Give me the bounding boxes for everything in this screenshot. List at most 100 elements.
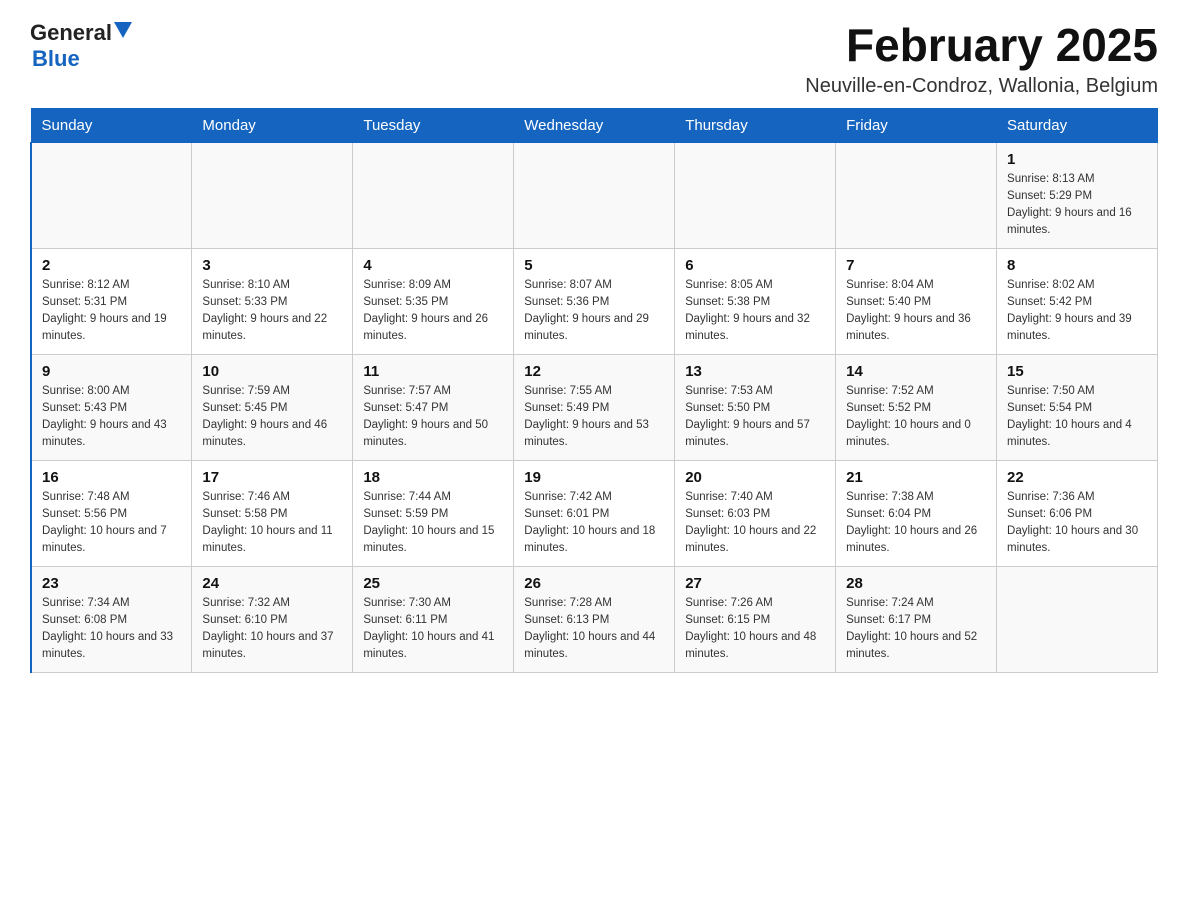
calendar-day-22: 22 Sunrise: 7:36 AM Sunset: 6:06 PM Dayli… (997, 460, 1158, 566)
calendar-day-empty (997, 566, 1158, 672)
page-header: General Blue February 2025 Neuville-en-C… (30, 20, 1158, 98)
logo-general: General (30, 20, 112, 46)
calendar-week-row: 1Sunrise: 8:13 AM Sunset: 5:29 PM Daylig… (31, 142, 1158, 248)
day-header-saturday: Saturday (997, 108, 1158, 142)
day-header-thursday: Thursday (675, 108, 836, 142)
day-info: Sunrise: 7:42 AM Sunset: 6:01 PM Dayligh… (524, 489, 664, 558)
calendar-day-empty (514, 142, 675, 248)
calendar-day-empty (353, 142, 514, 248)
day-header-wednesday: Wednesday (514, 108, 675, 142)
day-info: Sunrise: 7:46 AM Sunset: 5:58 PM Dayligh… (202, 489, 342, 558)
day-header-tuesday: Tuesday (353, 108, 514, 142)
day-number: 7 (846, 257, 986, 274)
day-info: Sunrise: 7:36 AM Sunset: 6:06 PM Dayligh… (1007, 489, 1147, 558)
day-number: 16 (42, 469, 181, 486)
calendar-week-row: 2 Sunrise: 8:12 AM Sunset: 5:31 PM Daylig… (31, 248, 1158, 354)
day-info: Sunrise: 7:53 AM Sunset: 5:50 PM Dayligh… (685, 383, 825, 452)
calendar-week-row: 9 Sunrise: 8:00 AM Sunset: 5:43 PM Daylig… (31, 354, 1158, 460)
day-info: Sunrise: 8:09 AM Sunset: 5:35 PM Dayligh… (363, 277, 503, 346)
day-number: 12 (524, 363, 664, 380)
day-number: 22 (1007, 469, 1147, 486)
day-info: Sunrise: 8:00 AM Sunset: 5:43 PM Dayligh… (42, 383, 181, 452)
day-number: 1 (1007, 151, 1147, 168)
day-number: 25 (363, 575, 503, 592)
calendar-day-23: 23 Sunrise: 7:34 AM Sunset: 6:08 PM Dayli… (31, 566, 192, 672)
day-number: 27 (685, 575, 825, 592)
day-header-monday: Monday (192, 108, 353, 142)
calendar-day-27: 27 Sunrise: 7:26 AM Sunset: 6:15 PM Dayli… (675, 566, 836, 672)
calendar-day-26: 26 Sunrise: 7:28 AM Sunset: 6:13 PM Dayli… (514, 566, 675, 672)
calendar-day-19: 19 Sunrise: 7:42 AM Sunset: 6:01 PM Dayli… (514, 460, 675, 566)
day-number: 14 (846, 363, 986, 380)
day-info: Sunrise: 7:30 AM Sunset: 6:11 PM Dayligh… (363, 595, 503, 664)
day-header-friday: Friday (836, 108, 997, 142)
day-number: 5 (524, 257, 664, 274)
day-number: 6 (685, 257, 825, 274)
calendar-day-17: 17 Sunrise: 7:46 AM Sunset: 5:58 PM Dayli… (192, 460, 353, 566)
day-info: Sunrise: 8:05 AM Sunset: 5:38 PM Dayligh… (685, 277, 825, 346)
logo-blue: Blue (32, 46, 80, 71)
day-info: Sunrise: 7:32 AM Sunset: 6:10 PM Dayligh… (202, 595, 342, 664)
calendar-day-10: 10 Sunrise: 7:59 AM Sunset: 5:45 PM Dayli… (192, 354, 353, 460)
calendar-day-5: 5 Sunrise: 8:07 AM Sunset: 5:36 PM Daylig… (514, 248, 675, 354)
calendar-day-11: 11 Sunrise: 7:57 AM Sunset: 5:47 PM Dayli… (353, 354, 514, 460)
calendar-header-row: SundayMondayTuesdayWednesdayThursdayFrid… (31, 108, 1158, 142)
day-number: 9 (42, 363, 181, 380)
day-info: Sunrise: 8:10 AM Sunset: 5:33 PM Dayligh… (202, 277, 342, 346)
day-number: 19 (524, 469, 664, 486)
day-info: Sunrise: 7:28 AM Sunset: 6:13 PM Dayligh… (524, 595, 664, 664)
calendar-day-6: 6 Sunrise: 8:05 AM Sunset: 5:38 PM Daylig… (675, 248, 836, 354)
calendar-day-empty (675, 142, 836, 248)
day-number: 17 (202, 469, 342, 486)
logo-triangle-icon (114, 22, 132, 43)
calendar-day-24: 24 Sunrise: 7:32 AM Sunset: 6:10 PM Dayli… (192, 566, 353, 672)
location-title: Neuville-en-Condroz, Wallonia, Belgium (805, 75, 1158, 98)
calendar-day-empty (192, 142, 353, 248)
calendar-day-18: 18 Sunrise: 7:44 AM Sunset: 5:59 PM Dayli… (353, 460, 514, 566)
day-number: 20 (685, 469, 825, 486)
day-info: Sunrise: 7:52 AM Sunset: 5:52 PM Dayligh… (846, 383, 986, 452)
calendar-day-13: 13 Sunrise: 7:53 AM Sunset: 5:50 PM Dayli… (675, 354, 836, 460)
logo: General Blue (30, 20, 132, 72)
calendar-day-empty (836, 142, 997, 248)
calendar-day-16: 16 Sunrise: 7:48 AM Sunset: 5:56 PM Dayli… (31, 460, 192, 566)
day-info: Sunrise: 7:44 AM Sunset: 5:59 PM Dayligh… (363, 489, 503, 558)
day-info: Sunrise: 7:57 AM Sunset: 5:47 PM Dayligh… (363, 383, 503, 452)
calendar-day-7: 7 Sunrise: 8:04 AM Sunset: 5:40 PM Daylig… (836, 248, 997, 354)
day-number: 23 (42, 575, 181, 592)
day-info: Sunrise: 8:04 AM Sunset: 5:40 PM Dayligh… (846, 277, 986, 346)
day-info: Sunrise: 7:55 AM Sunset: 5:49 PM Dayligh… (524, 383, 664, 452)
calendar-table: SundayMondayTuesdayWednesdayThursdayFrid… (30, 108, 1158, 673)
day-info: Sunrise: 7:40 AM Sunset: 6:03 PM Dayligh… (685, 489, 825, 558)
day-info: Sunrise: 8:12 AM Sunset: 5:31 PM Dayligh… (42, 277, 181, 346)
day-number: 3 (202, 257, 342, 274)
day-info: Sunrise: 7:26 AM Sunset: 6:15 PM Dayligh… (685, 595, 825, 664)
day-number: 21 (846, 469, 986, 486)
calendar-week-row: 23 Sunrise: 7:34 AM Sunset: 6:08 PM Dayli… (31, 566, 1158, 672)
calendar-day-15: 15 Sunrise: 7:50 AM Sunset: 5:54 PM Dayli… (997, 354, 1158, 460)
calendar-day-9: 9 Sunrise: 8:00 AM Sunset: 5:43 PM Daylig… (31, 354, 192, 460)
calendar-day-25: 25 Sunrise: 7:30 AM Sunset: 6:11 PM Dayli… (353, 566, 514, 672)
day-info: Sunrise: 8:02 AM Sunset: 5:42 PM Dayligh… (1007, 277, 1147, 346)
day-info: Sunrise: 8:07 AM Sunset: 5:36 PM Dayligh… (524, 277, 664, 346)
calendar-day-empty (31, 142, 192, 248)
day-number: 15 (1007, 363, 1147, 380)
title-block: February 2025 Neuville-en-Condroz, Wallo… (805, 20, 1158, 98)
calendar-day-20: 20 Sunrise: 7:40 AM Sunset: 6:03 PM Dayli… (675, 460, 836, 566)
day-number: 2 (42, 257, 181, 274)
day-number: 10 (202, 363, 342, 380)
day-info: Sunrise: 7:48 AM Sunset: 5:56 PM Dayligh… (42, 489, 181, 558)
calendar-day-1: 1Sunrise: 8:13 AM Sunset: 5:29 PM Daylig… (997, 142, 1158, 248)
calendar-day-28: 28Sunrise: 7:24 AM Sunset: 6:17 PM Dayli… (836, 566, 997, 672)
day-info: Sunrise: 7:50 AM Sunset: 5:54 PM Dayligh… (1007, 383, 1147, 452)
day-number: 13 (685, 363, 825, 380)
day-number: 18 (363, 469, 503, 486)
day-info: Sunrise: 7:34 AM Sunset: 6:08 PM Dayligh… (42, 595, 181, 664)
day-number: 24 (202, 575, 342, 592)
calendar-day-21: 21Sunrise: 7:38 AM Sunset: 6:04 PM Dayli… (836, 460, 997, 566)
day-number: 11 (363, 363, 503, 380)
month-title: February 2025 (805, 20, 1158, 71)
calendar-day-14: 14 Sunrise: 7:52 AM Sunset: 5:52 PM Dayli… (836, 354, 997, 460)
day-number: 26 (524, 575, 664, 592)
day-info: Sunrise: 7:59 AM Sunset: 5:45 PM Dayligh… (202, 383, 342, 452)
